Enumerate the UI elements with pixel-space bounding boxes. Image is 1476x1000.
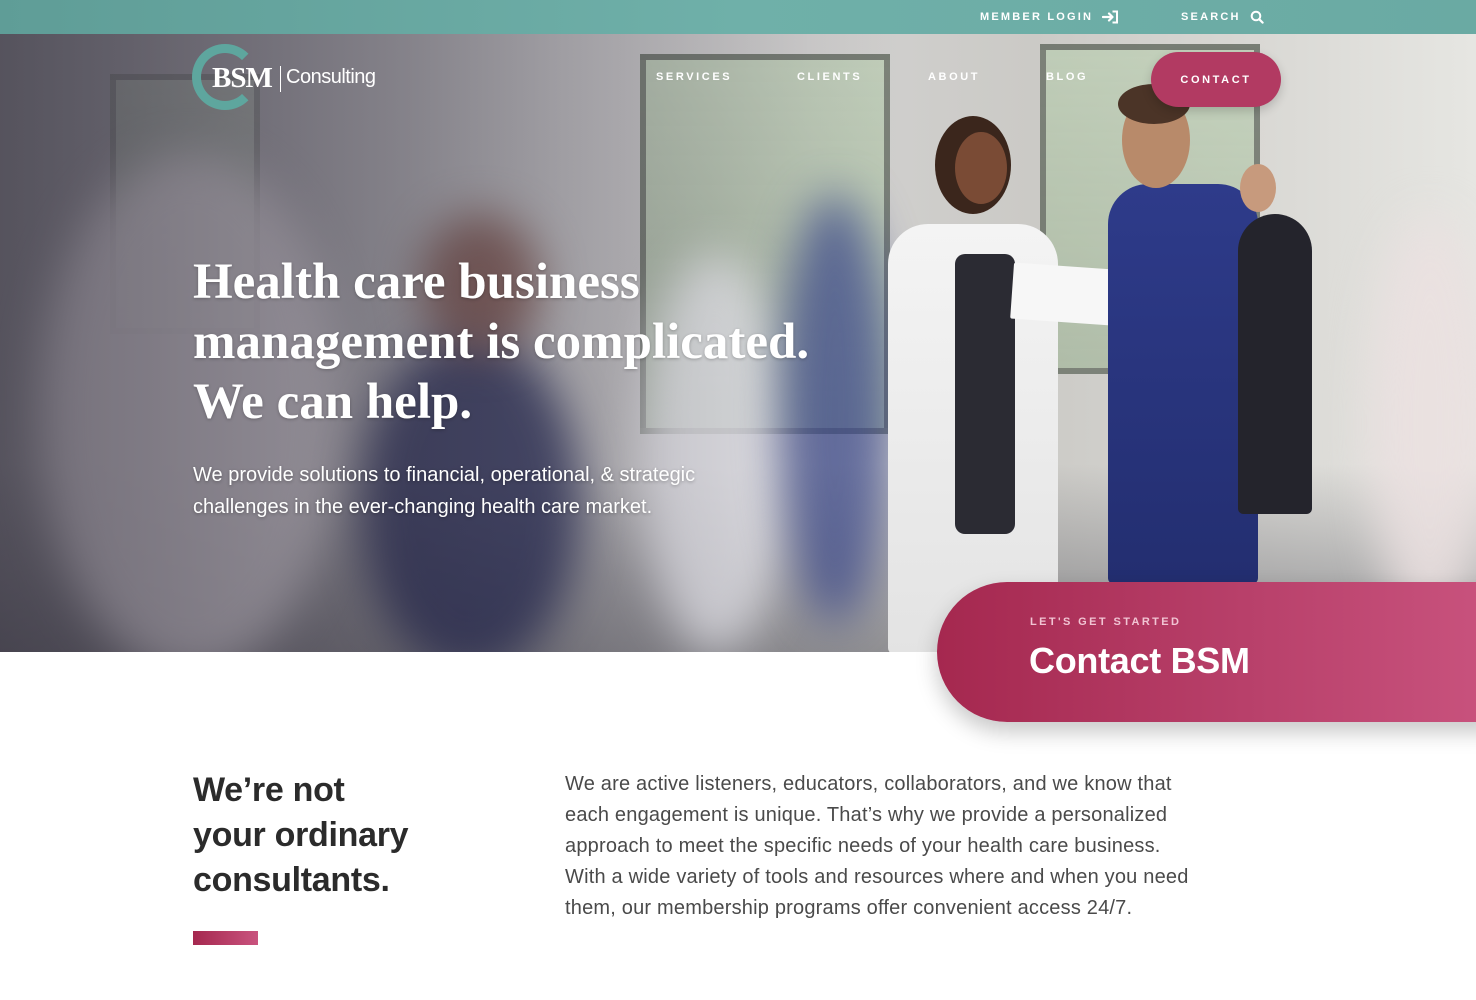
suit-figure (1238, 214, 1312, 514)
utility-bar: MEMBER LOGIN SEARCH (0, 0, 1476, 34)
section-heading: We’re not your ordinary consultants. (193, 768, 493, 903)
nav-blog[interactable]: BLOG (1046, 71, 1088, 83)
section-heading-line: your ordinary (193, 816, 409, 854)
hero-subtitle-line: challenges in the ever-changing health c… (193, 496, 653, 518)
nav-services[interactable]: SERVICES (656, 71, 732, 83)
heading-accent-bar (193, 931, 258, 945)
nav-clients[interactable]: CLIENTS (797, 71, 862, 83)
nurse-figure (1108, 184, 1258, 584)
clipboard-paper (1010, 262, 1114, 326)
suit-head (1240, 164, 1276, 212)
logo-mark: BSM (212, 62, 273, 94)
section-body: We are active listeners, educators, coll… (565, 769, 1305, 924)
cta-title: Contact BSM (1029, 640, 1250, 681)
section-body-line: With a wide variety of tools and resourc… (565, 866, 1189, 888)
logo-divider (280, 66, 281, 92)
section-body-line: each engagement is unique. That’s why we… (565, 804, 1168, 826)
nav-about[interactable]: ABOUT (928, 71, 980, 83)
hero-subtitle-line: We provide solutions to financial, opera… (193, 464, 696, 486)
hero-title-line: We can help. (193, 374, 473, 430)
doctor-face (955, 132, 1007, 204)
search-label: SEARCH (1181, 11, 1241, 23)
member-login-label: MEMBER LOGIN (980, 11, 1094, 23)
member-login-link[interactable]: MEMBER LOGIN (980, 9, 1119, 25)
logo-wordmark: Consulting (286, 66, 376, 88)
contact-bsm-card[interactable]: LET'S GET STARTED Contact BSM (937, 582, 1476, 722)
search-icon (1250, 10, 1264, 24)
section-body-line: approach to meet the specific needs of y… (565, 835, 1161, 857)
bsm-logo[interactable]: BSM Consulting (192, 44, 402, 112)
cta-eyebrow: LET'S GET STARTED (1030, 616, 1182, 628)
nav-contact-button[interactable]: CONTACT (1151, 52, 1281, 107)
hero-title-line: Health care business (193, 254, 640, 310)
section-body-line: them, our membership programs offer conv… (565, 897, 1133, 919)
search-link[interactable]: SEARCH (1181, 9, 1264, 25)
section-body-line: We are active listeners, educators, coll… (565, 773, 1172, 795)
hero-title-line: management is complicated. (193, 314, 810, 370)
login-arrow-icon (1102, 10, 1119, 24)
hero-subtitle: We provide solutions to financial, opera… (193, 459, 813, 523)
section-heading-line: consultants. (193, 861, 390, 899)
section-heading-line: We’re not (193, 771, 345, 809)
doctor-dress (955, 254, 1015, 534)
hero-title: Health care business management is compl… (193, 252, 893, 432)
